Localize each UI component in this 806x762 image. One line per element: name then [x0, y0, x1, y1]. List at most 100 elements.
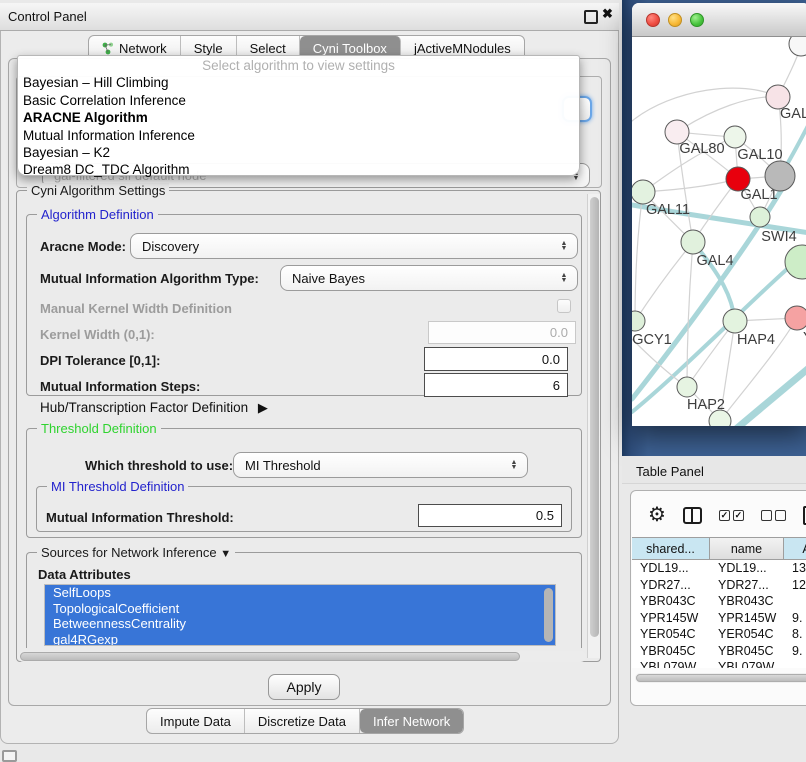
- algorithm-option-dream8-dc-tdc-algorithm[interactable]: Dream8 DC_TDC Algorithm: [18, 161, 579, 178]
- network-node-y[interactable]: [785, 306, 806, 330]
- network-edge[interactable]: [677, 97, 778, 132]
- tab-infer-network[interactable]: Infer Network: [360, 709, 463, 733]
- data-attributes-list[interactable]: SelfLoopsTopologicalCoefficientBetweenne…: [44, 584, 556, 646]
- network-node-hap2[interactable]: [677, 377, 697, 397]
- mi-threshold-field[interactable]: 0.5: [418, 504, 562, 527]
- checked-checkbox-icon: ✓: [733, 510, 744, 521]
- network-node[interactable]: [765, 161, 795, 191]
- tab-label: Discretize Data: [258, 714, 346, 729]
- manual-kernel-width-checkbox[interactable]: [557, 299, 571, 313]
- network-edge[interactable]: [635, 242, 693, 321]
- algorithm-option-bayesian-hill-climbing[interactable]: Bayesian – Hill Climbing: [18, 74, 579, 91]
- settings-horizontal-scrollbar[interactable]: [18, 651, 586, 662]
- window-zoom-button[interactable]: [690, 13, 704, 27]
- window-close-button[interactable]: [646, 13, 660, 27]
- scrollbar-thumb[interactable]: [590, 197, 599, 637]
- table-row[interactable]: YDR27...YDR27...12: [632, 577, 806, 594]
- network-icon: [102, 42, 114, 55]
- control-panel-title: Control Panel: [8, 9, 87, 24]
- table-row[interactable]: YPR145WYPR145W9.: [632, 610, 806, 627]
- deselect-all-columns-icon[interactable]: [761, 510, 786, 521]
- columns-icon[interactable]: [683, 507, 702, 524]
- tab-label: jActiveMNodules: [414, 41, 511, 56]
- column-header-a[interactable]: A: [784, 537, 806, 560]
- scrollbar-thumb[interactable]: [636, 674, 806, 682]
- select-all-columns-icon[interactable]: ✓ ✓: [719, 510, 744, 521]
- table-cell: YBL079W: [710, 660, 784, 668]
- network-node-hap4[interactable]: [723, 309, 747, 333]
- attribute-item-betweennesscentrality[interactable]: BetweennessCentrality: [45, 616, 555, 632]
- kernel-width-field[interactable]: 0.0: [428, 321, 576, 344]
- minimized-panel-icon[interactable]: [2, 750, 17, 762]
- algorithm-dropdown-popup: Select algorithm to view settings Bayesi…: [17, 55, 580, 176]
- control-panel-titlebar: [0, 3, 619, 31]
- table-cell: YDL19...: [632, 561, 710, 575]
- table-cell: YBR045C: [632, 644, 710, 658]
- table-cell: 13: [784, 561, 806, 575]
- tab-label: Network: [119, 41, 167, 56]
- network-node-gal4[interactable]: [681, 230, 705, 254]
- table-row[interactable]: YBR045CYBR045C9.: [632, 643, 806, 660]
- network-node[interactable]: [785, 245, 806, 279]
- apply-button[interactable]: Apply: [268, 674, 340, 700]
- network-node[interactable]: [789, 37, 806, 56]
- collapse-down-icon[interactable]: ▼: [220, 548, 231, 560]
- network-edge[interactable]: [687, 242, 693, 387]
- table-cell: 12: [784, 578, 806, 592]
- network-node-swi4[interactable]: [750, 207, 770, 227]
- tab-label: Infer Network: [373, 714, 450, 729]
- algorithm-option-bayesian-k2[interactable]: Bayesian – K2: [18, 144, 579, 161]
- tab-discretize-data[interactable]: Discretize Data: [245, 709, 360, 733]
- attribute-item-gal4rgexp[interactable]: gal4RGexp: [45, 632, 555, 647]
- column-header-name[interactable]: name: [710, 537, 784, 560]
- which-threshold-combobox[interactable]: MI Threshold ▲▼: [233, 452, 528, 478]
- mi-steps-field[interactable]: 6: [424, 373, 568, 397]
- network-node-gal10[interactable]: [724, 126, 746, 148]
- hub-definition-expander[interactable]: Hub/Transcription Factor Definition ▶: [40, 400, 268, 416]
- table-row[interactable]: YER054CYER054C8.: [632, 626, 806, 643]
- window-minimize-button[interactable]: [668, 13, 682, 27]
- stepper-icon: ▲▼: [555, 241, 577, 251]
- network-canvas[interactable]: GALGAL80GAL10GAL1GAL11SWI4GAL4GCY1HAP4YH…: [632, 37, 806, 426]
- aracne-mode-value: Discovery: [142, 239, 555, 254]
- sources-title: Sources for Network Inference ▼: [37, 545, 235, 560]
- which-threshold-value: MI Threshold: [245, 458, 505, 473]
- close-icon[interactable]: ✖: [602, 6, 613, 22]
- table-cell: YBL079W: [632, 660, 710, 668]
- mi-algorithm-type-combobox[interactable]: Naive Bayes ▲▼: [280, 265, 578, 291]
- algorithm-option-mutual-information-inference[interactable]: Mutual Information Inference: [18, 127, 579, 144]
- float-window-icon[interactable]: [584, 10, 598, 24]
- unchecked-checkbox-icon: [761, 510, 772, 521]
- table-panel-title: Table Panel: [636, 464, 704, 479]
- aracne-mode-combobox[interactable]: Discovery ▲▼: [130, 233, 578, 259]
- list-scrollbar-thumb[interactable]: [544, 588, 553, 642]
- stepper-icon: ▲▼: [505, 460, 527, 470]
- attribute-item-selfloops[interactable]: SelfLoops: [45, 585, 555, 601]
- network-edge[interactable]: [632, 249, 806, 412]
- tab-label: Cyni Toolbox: [313, 41, 387, 56]
- table-horizontal-scrollbar[interactable]: [635, 673, 806, 683]
- network-edge[interactable]: [635, 192, 643, 321]
- tab-impute-data[interactable]: Impute Data: [147, 709, 245, 733]
- gear-icon[interactable]: ⚙: [648, 505, 666, 525]
- attribute-item-topologicalcoefficient[interactable]: TopologicalCoefficient: [45, 601, 555, 617]
- table-cell: YDL19...: [710, 561, 784, 575]
- dpi-tolerance-field[interactable]: 0.0: [424, 347, 568, 371]
- table-row[interactable]: YBL079WYBL079W: [632, 659, 806, 668]
- bottom-tabbar: Impute Data Discretize Data Infer Network: [146, 708, 464, 734]
- scrollbar-thumb[interactable]: [20, 652, 520, 661]
- node-label: GAL: [780, 106, 806, 122]
- network-node-gal11[interactable]: [632, 180, 655, 204]
- table-row[interactable]: YBR043CYBR043C: [632, 593, 806, 610]
- mi-algorithm-type-label: Mutual Information Algorithm Type:: [40, 271, 259, 286]
- settings-vertical-scrollbar[interactable]: [587, 194, 600, 658]
- aracne-mode-label: Aracne Mode:: [40, 239, 126, 254]
- column-header-shared[interactable]: shared...: [632, 537, 710, 560]
- network-edge[interactable]: [736, 367, 806, 426]
- table-row[interactable]: YDL19...YDL19...13: [632, 560, 806, 577]
- node-label: GAL4: [696, 253, 733, 269]
- table-cell: YER054C: [710, 627, 784, 641]
- algorithm-option-aracne-algorithm[interactable]: ARACNE Algorithm: [18, 109, 579, 126]
- network-node-gcy1[interactable]: [632, 311, 645, 331]
- algorithm-option-basic-correlation-inference[interactable]: Basic Correlation Inference: [18, 92, 579, 109]
